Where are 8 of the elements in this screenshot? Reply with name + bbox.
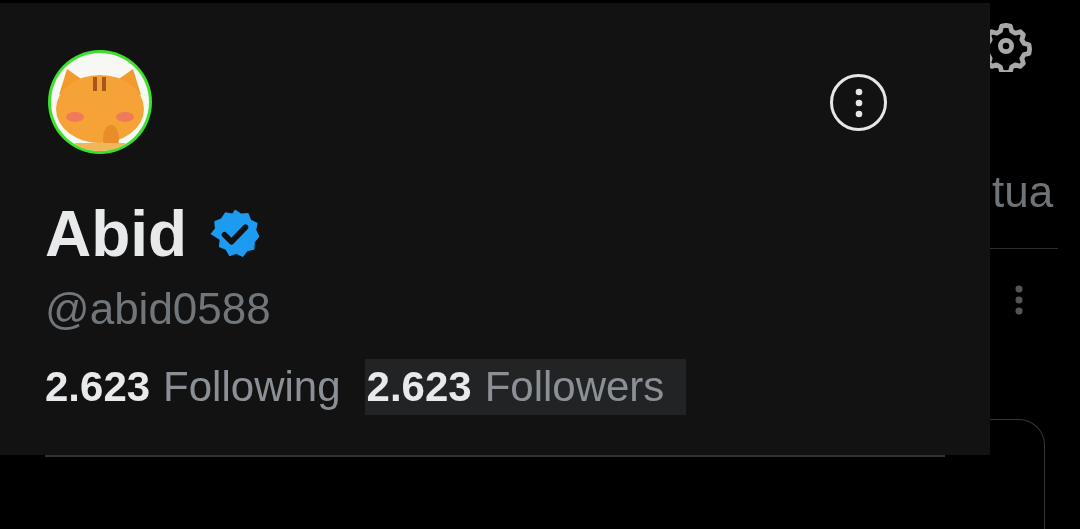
tab-label: tua: [991, 166, 1055, 218]
more-vertical-icon[interactable]: [1014, 285, 1024, 315]
stat-link[interactable]: 2.623 Following: [43, 359, 363, 415]
profile-name: Abid: [45, 199, 188, 269]
more-horizontal-icon: [854, 87, 863, 118]
more-button[interactable]: [830, 74, 887, 131]
stat-link[interactable]: 2.623 Followers: [364, 359, 687, 415]
profile-handle: @abid0588: [45, 283, 272, 335]
